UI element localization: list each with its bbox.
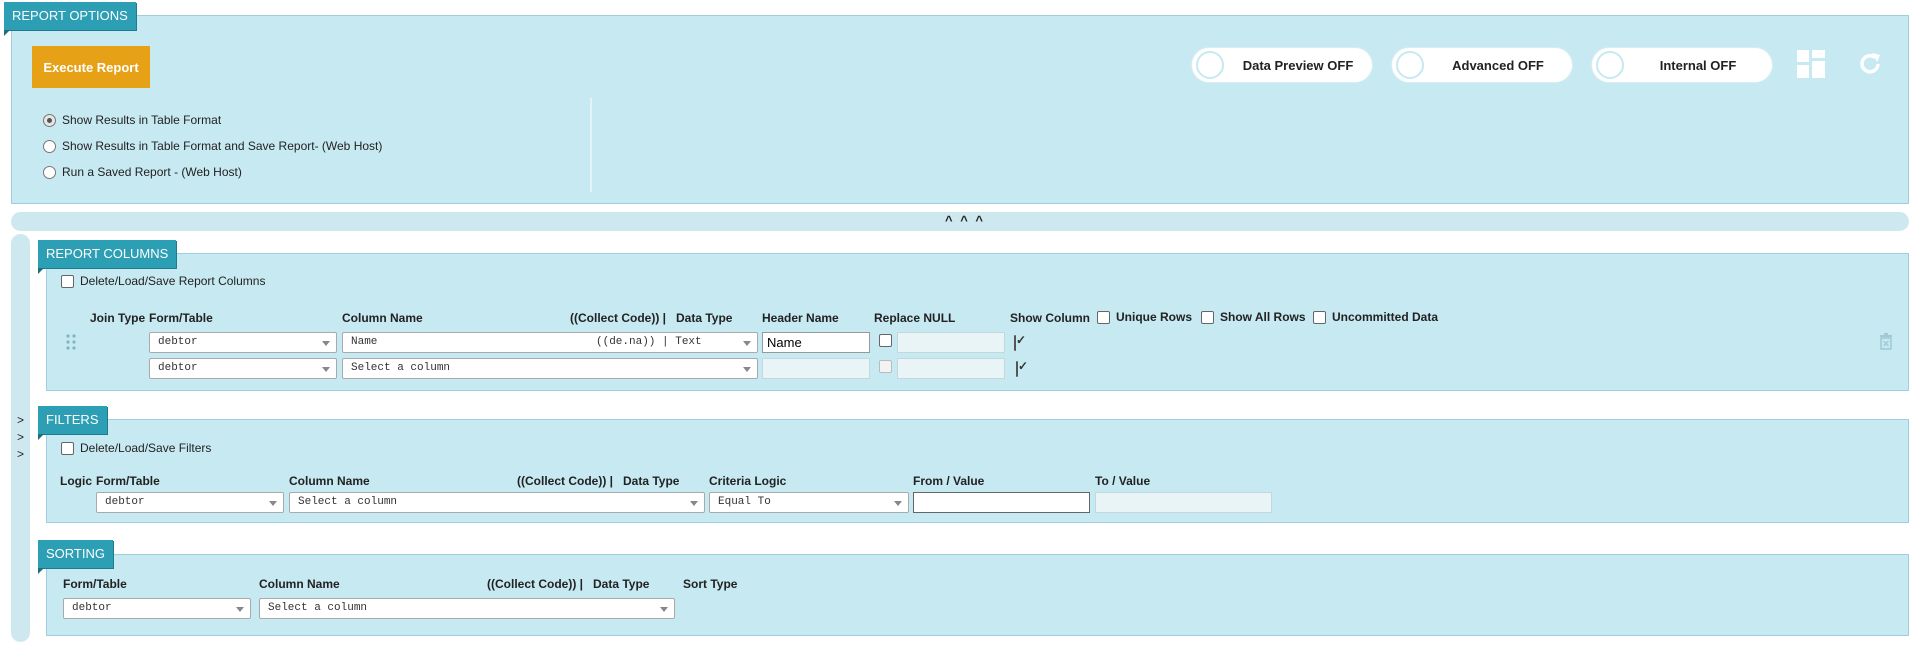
header-replace-null: Replace NULL xyxy=(874,311,956,325)
grid-layout-icon[interactable] xyxy=(1797,50,1825,78)
toggle-label: Internal OFF xyxy=(1659,57,1737,73)
from-value-input[interactable] xyxy=(913,492,1090,513)
expand-arrow[interactable]: > xyxy=(17,447,24,461)
toggle-knob xyxy=(1196,51,1224,79)
radio-run-saved-report[interactable]: Run a Saved Report - (Web Host) xyxy=(43,165,242,179)
report-columns-tab[interactable]: REPORT COLUMNS xyxy=(38,240,177,274)
checkbox-label: Unique Rows xyxy=(1116,310,1193,324)
collapse-arrows: ^ ^ ^ xyxy=(945,213,985,228)
header-criteria-logic: Criteria Logic xyxy=(709,474,787,488)
header-form-table: Form/Table xyxy=(149,311,213,325)
uncommitted-data-option[interactable]: Uncommitted Data xyxy=(1313,310,1438,324)
replace-null-input[interactable] xyxy=(897,332,1005,353)
header-column-name: Column Name xyxy=(289,474,370,488)
header-form-table: Form/Table xyxy=(96,474,160,488)
replace-null-input[interactable] xyxy=(897,358,1005,379)
filter-form-table-select[interactable]: debtor xyxy=(96,492,284,513)
header-column-name: Column Name xyxy=(259,577,340,591)
filters-tab[interactable]: FILTERS xyxy=(38,406,107,440)
advanced-toggle[interactable]: Advanced OFF xyxy=(1392,48,1572,82)
column-select-suffix: ((de.na)) | Text xyxy=(596,336,702,348)
filter-column-select[interactable]: Select a column xyxy=(289,492,705,513)
form-table-select[interactable]: debtor xyxy=(149,358,337,379)
header-logic: Logic xyxy=(60,474,92,488)
radio-table-format-save[interactable]: Show Results in Table Format and Save Re… xyxy=(43,139,382,153)
toggle-knob xyxy=(1596,51,1624,79)
header-collect-code: ((Collect Code)) | xyxy=(570,311,667,325)
header-form-table: Form/Table xyxy=(63,577,127,591)
header-collect-code: ((Collect Code)) | xyxy=(517,474,614,488)
checkbox[interactable] xyxy=(1313,310,1326,324)
show-column-checkbox[interactable] xyxy=(1016,361,1018,377)
header-from-value: From / Value xyxy=(913,474,985,488)
column-select[interactable]: Name ((de.na)) | Text xyxy=(342,332,758,353)
criteria-logic-select[interactable]: Equal To xyxy=(709,492,909,513)
internal-toggle[interactable]: Internal OFF xyxy=(1592,48,1772,82)
header-header-name: Header Name xyxy=(762,311,839,325)
header-name-input[interactable] xyxy=(762,358,870,379)
toggle-label: Advanced OFF xyxy=(1452,57,1544,73)
collapse-bar[interactable]: ^ ^ ^ xyxy=(11,212,1909,231)
execute-report-button[interactable]: Execute Report xyxy=(32,46,150,88)
delete-load-save-filters[interactable]: Delete/Load/Save Filters xyxy=(61,441,211,455)
header-name-input[interactable] xyxy=(762,332,870,353)
options-divider xyxy=(590,98,592,192)
checkbox[interactable] xyxy=(1201,310,1214,324)
sorting-form-table-select[interactable]: debtor xyxy=(63,598,251,619)
header-join-type: Join Type xyxy=(90,311,146,325)
checkbox-label: Show All Rows xyxy=(1220,310,1306,324)
header-collect-code: ((Collect Code)) | xyxy=(487,577,584,591)
radio-table-format[interactable]: Show Results in Table Format xyxy=(43,113,221,127)
radio-label: Run a Saved Report - (Web Host) xyxy=(62,165,242,179)
column-select[interactable]: Select a column xyxy=(342,358,758,379)
show-column-checkbox[interactable] xyxy=(1014,335,1016,351)
radio-button[interactable] xyxy=(43,139,56,153)
replace-null-checkbox[interactable] xyxy=(879,360,892,373)
refresh-icon[interactable] xyxy=(1856,50,1884,78)
show-all-rows-option[interactable]: Show All Rows xyxy=(1201,310,1306,324)
checkbox[interactable] xyxy=(61,274,74,288)
radio-label: Show Results in Table Format xyxy=(62,113,222,127)
radio-button[interactable] xyxy=(43,113,56,127)
report-options-tab[interactable]: REPORT OPTIONS xyxy=(4,2,136,36)
delete-load-save-columns[interactable]: Delete/Load/Save Report Columns xyxy=(61,274,265,288)
header-data-type: Data Type xyxy=(676,311,733,325)
sorting-tab[interactable]: SORTING xyxy=(38,540,113,574)
header-sort-type: Sort Type xyxy=(683,577,738,591)
toggle-label: Data Preview OFF xyxy=(1242,57,1354,73)
expand-arrow[interactable]: > xyxy=(17,413,24,427)
radio-label: Show Results in Table Format and Save Re… xyxy=(62,139,383,153)
delete-row-icon[interactable] xyxy=(1879,333,1893,350)
checkbox-label: Uncommitted Data xyxy=(1332,310,1439,324)
checkbox[interactable] xyxy=(61,441,74,455)
toggle-knob xyxy=(1396,51,1424,79)
checkbox-label: Delete/Load/Save Report Columns xyxy=(80,274,266,288)
drag-handle-icon[interactable] xyxy=(65,333,77,351)
header-data-type: Data Type xyxy=(593,577,650,591)
column-select-value: Name xyxy=(351,336,378,348)
unique-rows-option[interactable]: Unique Rows xyxy=(1097,310,1192,324)
checkbox[interactable] xyxy=(1097,310,1110,324)
report-options-panel xyxy=(11,15,1909,204)
replace-null-checkbox[interactable] xyxy=(879,334,892,347)
sorting-panel xyxy=(46,554,1909,636)
header-to-value: To / Value xyxy=(1095,474,1151,488)
radio-button[interactable] xyxy=(43,165,56,179)
header-data-type: Data Type xyxy=(623,474,680,488)
form-table-select[interactable]: debtor xyxy=(149,332,337,353)
header-show-column: Show Column xyxy=(1010,311,1090,325)
header-column-name: Column Name xyxy=(342,311,423,325)
expand-arrow[interactable]: > xyxy=(17,430,24,444)
data-preview-toggle[interactable]: Data Preview OFF xyxy=(1192,48,1372,82)
checkbox-label: Delete/Load/Save Filters xyxy=(80,441,212,455)
to-value-input[interactable] xyxy=(1095,492,1272,513)
sorting-column-select[interactable]: Select a column xyxy=(259,598,675,619)
